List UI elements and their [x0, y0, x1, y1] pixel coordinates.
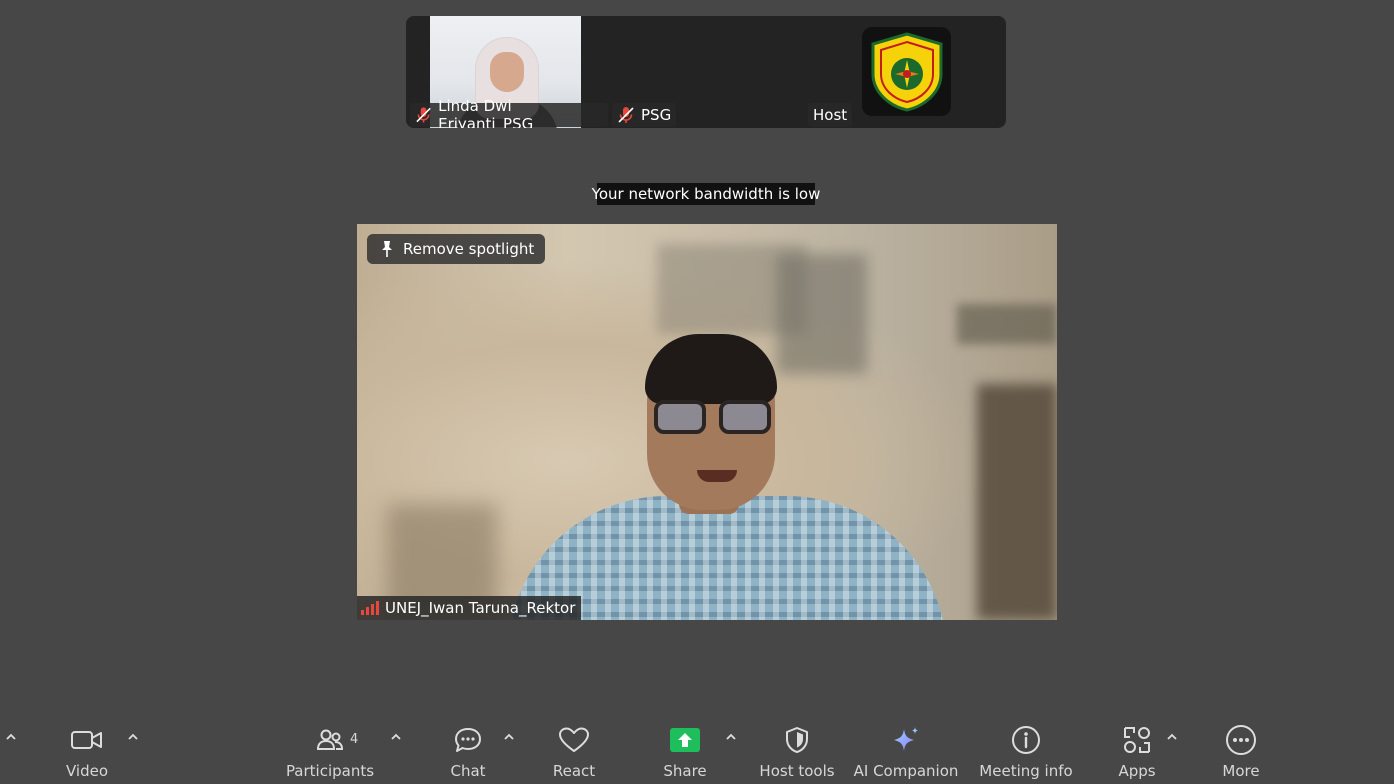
meeting-info-button[interactable]: Meeting info: [979, 722, 1073, 782]
video-options-caret[interactable]: [126, 730, 140, 744]
host-tools-label: Host tools: [759, 762, 835, 780]
chevron-up-icon: [504, 733, 514, 740]
chat-bubble-icon: [455, 728, 481, 752]
apps-button[interactable]: Apps: [1116, 722, 1158, 782]
participant-tile-host[interactable]: Host: [806, 16, 1006, 128]
share-screen-icon: [670, 728, 700, 752]
share-options-caret[interactable]: [724, 730, 738, 744]
chevron-up-icon: [6, 733, 16, 740]
connection-signal-icon: [361, 601, 379, 615]
spotlight-video[interactable]: Remove spotlight UNEJ_Iwan Taruna_Rektor: [357, 224, 1057, 620]
chat-label: Chat: [450, 762, 486, 780]
react-label: React: [552, 762, 596, 780]
apps-options-caret[interactable]: [1165, 730, 1179, 744]
shield-icon: [786, 727, 808, 753]
info-icon: [1012, 726, 1040, 754]
participant-name-tag: PSG: [612, 103, 677, 127]
participants-icon: [316, 729, 344, 750]
video-label: Video: [65, 762, 109, 780]
participant-name: Host: [813, 106, 848, 124]
chevron-up-icon: [1167, 733, 1177, 740]
meeting-info-label: Meeting info: [979, 762, 1073, 780]
share-button[interactable]: Share: [663, 722, 707, 782]
apps-label: Apps: [1118, 762, 1156, 780]
chevron-up-icon: [391, 733, 401, 740]
speaker-name-tag: UNEJ_Iwan Taruna_Rektor: [357, 596, 582, 620]
participants-button[interactable]: Participants: [285, 722, 375, 782]
university-emblem-icon: [871, 31, 942, 112]
participant-name-tag: Host: [808, 103, 853, 127]
mic-muted-icon: [618, 107, 634, 123]
ai-companion-button[interactable]: AI Companion: [853, 722, 959, 782]
speaker-name: UNEJ_Iwan Taruna_Rektor: [385, 599, 576, 617]
more-label: More: [1222, 762, 1260, 780]
apps-icon: [1124, 727, 1150, 753]
participant-name: PSG: [641, 106, 672, 124]
chat-button[interactable]: Chat: [448, 722, 488, 782]
meeting-toolbar: Video Participants 4 Chat React Share Ho…: [0, 716, 1394, 784]
sparkle-icon: [894, 727, 918, 751]
participants-count: 4: [350, 732, 359, 747]
participant-name: Linda Dwi Eriyanti_PSG: [438, 97, 534, 128]
video-button[interactable]: Video: [62, 722, 112, 782]
university-logo: [862, 27, 951, 116]
audio-options-caret[interactable]: [4, 730, 18, 744]
remove-spotlight-label: Remove spotlight: [403, 240, 535, 258]
more-button[interactable]: More: [1219, 722, 1263, 782]
more-options-icon: [1226, 725, 1256, 755]
chat-options-caret[interactable]: [502, 730, 516, 744]
heart-icon: [559, 727, 589, 752]
chevron-up-icon: [128, 733, 138, 740]
react-button[interactable]: React: [552, 722, 596, 782]
bandwidth-notice: Your network bandwidth is low: [591, 183, 821, 205]
participant-tile-linda[interactable]: Linda Dwi Eriyanti_PSG: [406, 16, 608, 128]
gallery-strip: Linda Dwi Eriyanti_PSG PSG Host: [406, 16, 1006, 128]
remove-spotlight-button[interactable]: Remove spotlight: [367, 234, 546, 264]
participants-label: Participants: [285, 762, 375, 780]
participant-tile-psg[interactable]: PSG: [608, 16, 806, 128]
participant-name-tag: Linda Dwi Eriyanti_PSG: [410, 97, 608, 128]
ai-companion-label: AI Companion: [853, 762, 959, 780]
host-tools-button[interactable]: Host tools: [758, 722, 836, 782]
video-camera-icon: [71, 731, 102, 749]
share-label: Share: [663, 762, 707, 780]
mic-muted-icon: [416, 107, 431, 123]
participants-options-caret[interactable]: [389, 730, 403, 744]
pin-icon: [382, 241, 392, 257]
chevron-up-icon: [726, 733, 736, 740]
